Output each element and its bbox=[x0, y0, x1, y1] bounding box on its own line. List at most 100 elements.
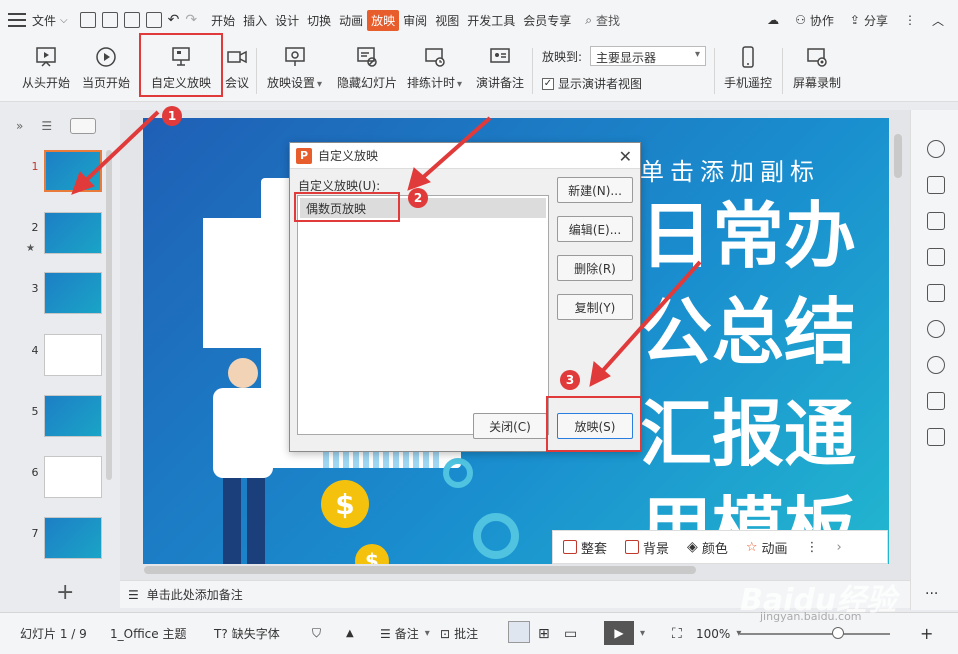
normal-view-icon[interactable] bbox=[508, 621, 530, 643]
meeting-button[interactable]: 会议 bbox=[224, 44, 250, 91]
slide-title-line[interactable]: 公总结 bbox=[640, 296, 856, 368]
slide-subtitle[interactable]: 单击添加副标 bbox=[640, 152, 820, 187]
copy-button[interactable]: 复制(Y) bbox=[557, 294, 633, 320]
tab-review[interactable]: 审阅 bbox=[399, 10, 431, 31]
slide-thumbnail-2[interactable] bbox=[44, 212, 102, 254]
zoom-in-icon[interactable]: + bbox=[920, 624, 933, 643]
zoom-slider[interactable] bbox=[740, 633, 890, 635]
slide-thumbnail-5[interactable] bbox=[44, 395, 102, 437]
speaker-notes-button[interactable]: 演讲备注 bbox=[476, 44, 524, 91]
slide-thumbnail-4[interactable] bbox=[44, 334, 102, 376]
outline-view-icon[interactable]: ☰ bbox=[41, 119, 52, 133]
horizontal-scrollbar[interactable] bbox=[144, 566, 696, 574]
missing-font-button[interactable]: T? 缺失字体 bbox=[214, 625, 280, 642]
undo-icon[interactable]: ↶ bbox=[168, 12, 180, 28]
shield-icon[interactable]: ⛉ bbox=[312, 626, 321, 641]
slide-thumbnail-1[interactable] bbox=[44, 150, 102, 192]
check-icon: ✓ bbox=[542, 77, 554, 90]
from-current-label: 当页开始 bbox=[82, 76, 131, 90]
rehearse-button[interactable]: 排练计时 ▾ bbox=[407, 44, 462, 91]
layout-button[interactable]: 整套 bbox=[563, 538, 607, 557]
tab-design[interactable]: 设计 bbox=[271, 10, 303, 31]
search-button[interactable]: ⌕ 查找 bbox=[585, 12, 620, 29]
close-icon[interactable]: ✕ bbox=[619, 147, 632, 166]
file-menu[interactable]: 文件 ⌵ bbox=[32, 12, 68, 29]
delete-button[interactable]: 删除(R) bbox=[557, 255, 633, 281]
tab-member[interactable]: 会员专享 bbox=[519, 10, 575, 31]
hide-slide-button[interactable]: 隐藏幻灯片 bbox=[337, 44, 397, 91]
hamburger-icon[interactable] bbox=[8, 13, 26, 27]
more-icon[interactable]: ⋮ bbox=[806, 540, 819, 555]
notes-toggle-button[interactable]: ☰ 备注 ▾ bbox=[380, 625, 430, 642]
thumbnail-view-icon[interactable] bbox=[70, 118, 97, 134]
comments-button[interactable]: ⊡ 批注 bbox=[440, 625, 478, 642]
color-button[interactable]: ◈ 颜色 bbox=[687, 538, 728, 557]
thumb-number: 2 bbox=[31, 221, 39, 234]
export-icon[interactable] bbox=[101, 12, 118, 28]
print-preview-icon[interactable] bbox=[145, 12, 162, 28]
add-slide-icon[interactable]: + bbox=[56, 580, 74, 605]
copy-icon[interactable] bbox=[927, 248, 945, 266]
slide-title-line[interactable]: 汇报通 bbox=[640, 398, 856, 470]
from-current-button[interactable]: 当页开始 bbox=[82, 44, 130, 91]
image-icon[interactable] bbox=[927, 284, 945, 302]
cloud-icon[interactable]: ☁ bbox=[767, 13, 779, 27]
share-button[interactable]: ⇪ 分享 bbox=[850, 12, 888, 29]
thumb-number: 5 bbox=[31, 405, 39, 418]
tab-insert[interactable]: 插入 bbox=[239, 10, 271, 31]
expand-pane-icon[interactable]: » bbox=[16, 119, 23, 133]
slide-thumbnail-3[interactable] bbox=[44, 272, 102, 314]
theme-name[interactable]: 1_Office 主题 bbox=[110, 625, 186, 642]
book-icon[interactable] bbox=[927, 392, 945, 410]
chevron-right-icon[interactable]: › bbox=[837, 540, 842, 555]
reading-view-icon[interactable]: ▭ bbox=[564, 626, 577, 642]
grid-view-icon[interactable]: ⊞ bbox=[538, 626, 550, 642]
zoom-slider-handle[interactable] bbox=[832, 627, 844, 639]
slide-title-line[interactable]: 日常办 bbox=[640, 200, 856, 272]
screen-record-icon bbox=[807, 48, 827, 67]
rocket-icon[interactable] bbox=[927, 140, 945, 158]
redo-icon[interactable]: ↷ bbox=[185, 12, 197, 28]
presenter-view-checkbox[interactable]: ✓ 显示演讲者视图 bbox=[542, 75, 642, 92]
print-icon[interactable] bbox=[123, 12, 140, 28]
collab-button[interactable]: ⚇ 协作 bbox=[795, 12, 834, 29]
cube-icon[interactable] bbox=[927, 428, 945, 446]
thumbnail-scrollbar[interactable] bbox=[106, 150, 112, 480]
slide-thumbnail-6[interactable] bbox=[44, 456, 102, 498]
edit-button[interactable]: 编辑(E)... bbox=[557, 216, 633, 242]
show-to-select[interactable]: 主要显示器 ▾ bbox=[590, 46, 706, 66]
magic-icon[interactable] bbox=[927, 212, 945, 230]
highlight-show-button bbox=[546, 396, 642, 452]
fit-screen-icon[interactable]: ⛶ bbox=[672, 626, 682, 642]
custom-show-list[interactable]: 偶数页放映 bbox=[297, 195, 549, 435]
tab-developer[interactable]: 开发工具 bbox=[463, 10, 519, 31]
adjust-icon[interactable] bbox=[927, 176, 945, 194]
vertical-scrollbar[interactable] bbox=[894, 134, 902, 178]
slide-thumbnail-7[interactable] bbox=[44, 517, 102, 559]
help-icon[interactable] bbox=[927, 320, 945, 338]
chevron-up-icon[interactable]: ▲ bbox=[346, 628, 354, 639]
zoom-level[interactable]: 100% ▾ bbox=[696, 627, 741, 641]
from-start-button[interactable]: 从头开始 bbox=[22, 44, 70, 91]
background-button[interactable]: 背景 bbox=[625, 538, 669, 557]
more-icon[interactable]: ⋮ bbox=[904, 13, 916, 27]
play-button[interactable]: ▶ ▾ bbox=[604, 621, 645, 645]
save-icon[interactable] bbox=[79, 12, 96, 28]
show-settings-button[interactable]: 放映设置 ▾ bbox=[267, 44, 322, 91]
font-icon: T? bbox=[214, 626, 228, 641]
close-button[interactable]: 关闭(C) bbox=[473, 413, 547, 439]
tab-home[interactable]: 开始 bbox=[207, 10, 239, 31]
lightning-icon[interactable] bbox=[927, 356, 945, 374]
tab-transition[interactable]: 切换 bbox=[303, 10, 335, 31]
phone-remote-button[interactable]: 手机遥控 bbox=[724, 44, 772, 91]
more-icon[interactable]: ··· bbox=[925, 586, 938, 602]
tab-slideshow[interactable]: 放映 bbox=[367, 9, 400, 31]
notes-toggle-label: 备注 bbox=[394, 627, 419, 641]
tab-view[interactable]: 视图 bbox=[431, 10, 463, 31]
ribbon-divider bbox=[714, 48, 715, 94]
collapse-ribbon-icon[interactable]: ︿ bbox=[932, 12, 944, 29]
animation-button[interactable]: ☆ 动画 bbox=[746, 538, 788, 557]
new-button[interactable]: 新建(N)... bbox=[557, 177, 633, 203]
screen-record-button[interactable]: 屏幕录制 bbox=[793, 44, 841, 91]
tab-animation[interactable]: 动画 bbox=[335, 10, 367, 31]
